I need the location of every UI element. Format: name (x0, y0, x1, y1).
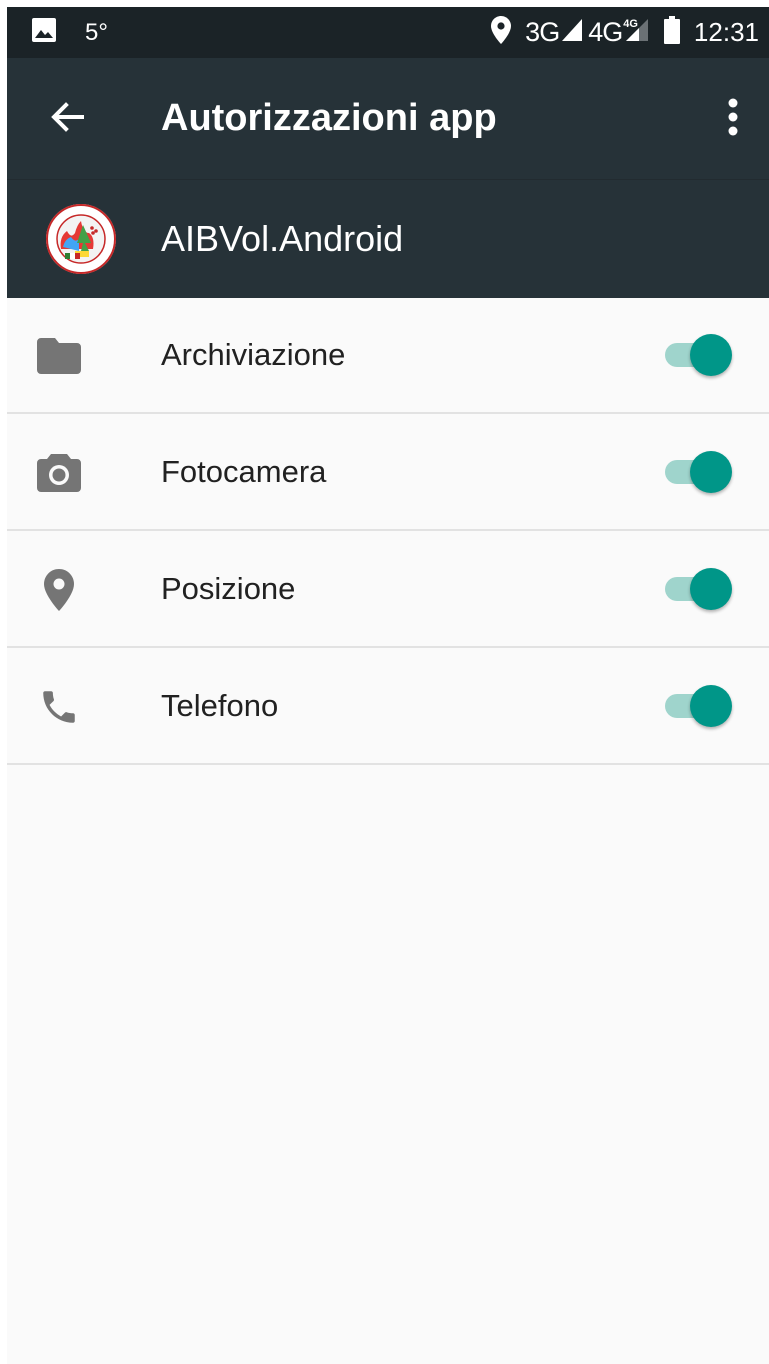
app-bar: Autorizzazioni app (7, 58, 769, 179)
image-notification-icon (31, 17, 57, 48)
status-bar-left: 5° (31, 7, 108, 58)
more-vert-icon (728, 98, 738, 141)
signal-icon (562, 19, 583, 46)
network-4g-badge: 4G (623, 17, 638, 30)
permission-label: Fotocamera (161, 454, 327, 489)
permission-row-posizione[interactable]: Posizione (7, 531, 769, 648)
screen: 5° 3G 4G 4G 12:31 Autorizzazioni app AIB… (7, 7, 769, 1364)
location-icon (491, 16, 512, 49)
toggle-thumb (690, 568, 732, 610)
battery-icon (663, 16, 680, 49)
location-icon (35, 566, 83, 614)
network-3g-text: 3G (525, 17, 560, 47)
permission-list: Archiviazione Fotocamera Posizione Telef… (7, 297, 769, 765)
permission-toggle[interactable] (663, 685, 739, 727)
permission-row-telefono[interactable]: Telefono (7, 648, 769, 765)
toggle-thumb (690, 685, 732, 727)
toggle-thumb (690, 451, 732, 493)
permission-row-archiviazione[interactable]: Archiviazione (7, 297, 769, 414)
app-header: AIBVol.Android (7, 179, 769, 298)
toggle-thumb (690, 334, 732, 376)
arrow-back-icon (50, 101, 85, 137)
permission-toggle[interactable] (663, 568, 739, 610)
app-logo-icon (45, 203, 117, 275)
permission-toggle[interactable] (663, 451, 739, 493)
phone-icon (35, 683, 83, 731)
permission-toggle[interactable] (663, 334, 739, 376)
permission-label: Telefono (161, 688, 279, 723)
network-4g-text: 4G (588, 17, 623, 47)
back-button[interactable] (45, 97, 89, 141)
clock-text: 12:31 (693, 17, 759, 47)
page-title: Autorizzazioni app (161, 97, 497, 139)
permission-row-fotocamera[interactable]: Fotocamera (7, 414, 769, 531)
permission-label: Archiviazione (161, 337, 346, 372)
temperature-text: 5° (85, 18, 108, 46)
permission-label: Posizione (161, 571, 296, 606)
status-bar-right: 3G 4G 4G 12:31 (491, 7, 759, 58)
app-name: AIBVol.Android (161, 218, 404, 259)
status-bar: 5° 3G 4G 4G 12:31 (7, 7, 769, 58)
overflow-menu-button[interactable] (721, 96, 745, 142)
camera-icon (35, 449, 83, 497)
folder-icon (35, 332, 83, 380)
